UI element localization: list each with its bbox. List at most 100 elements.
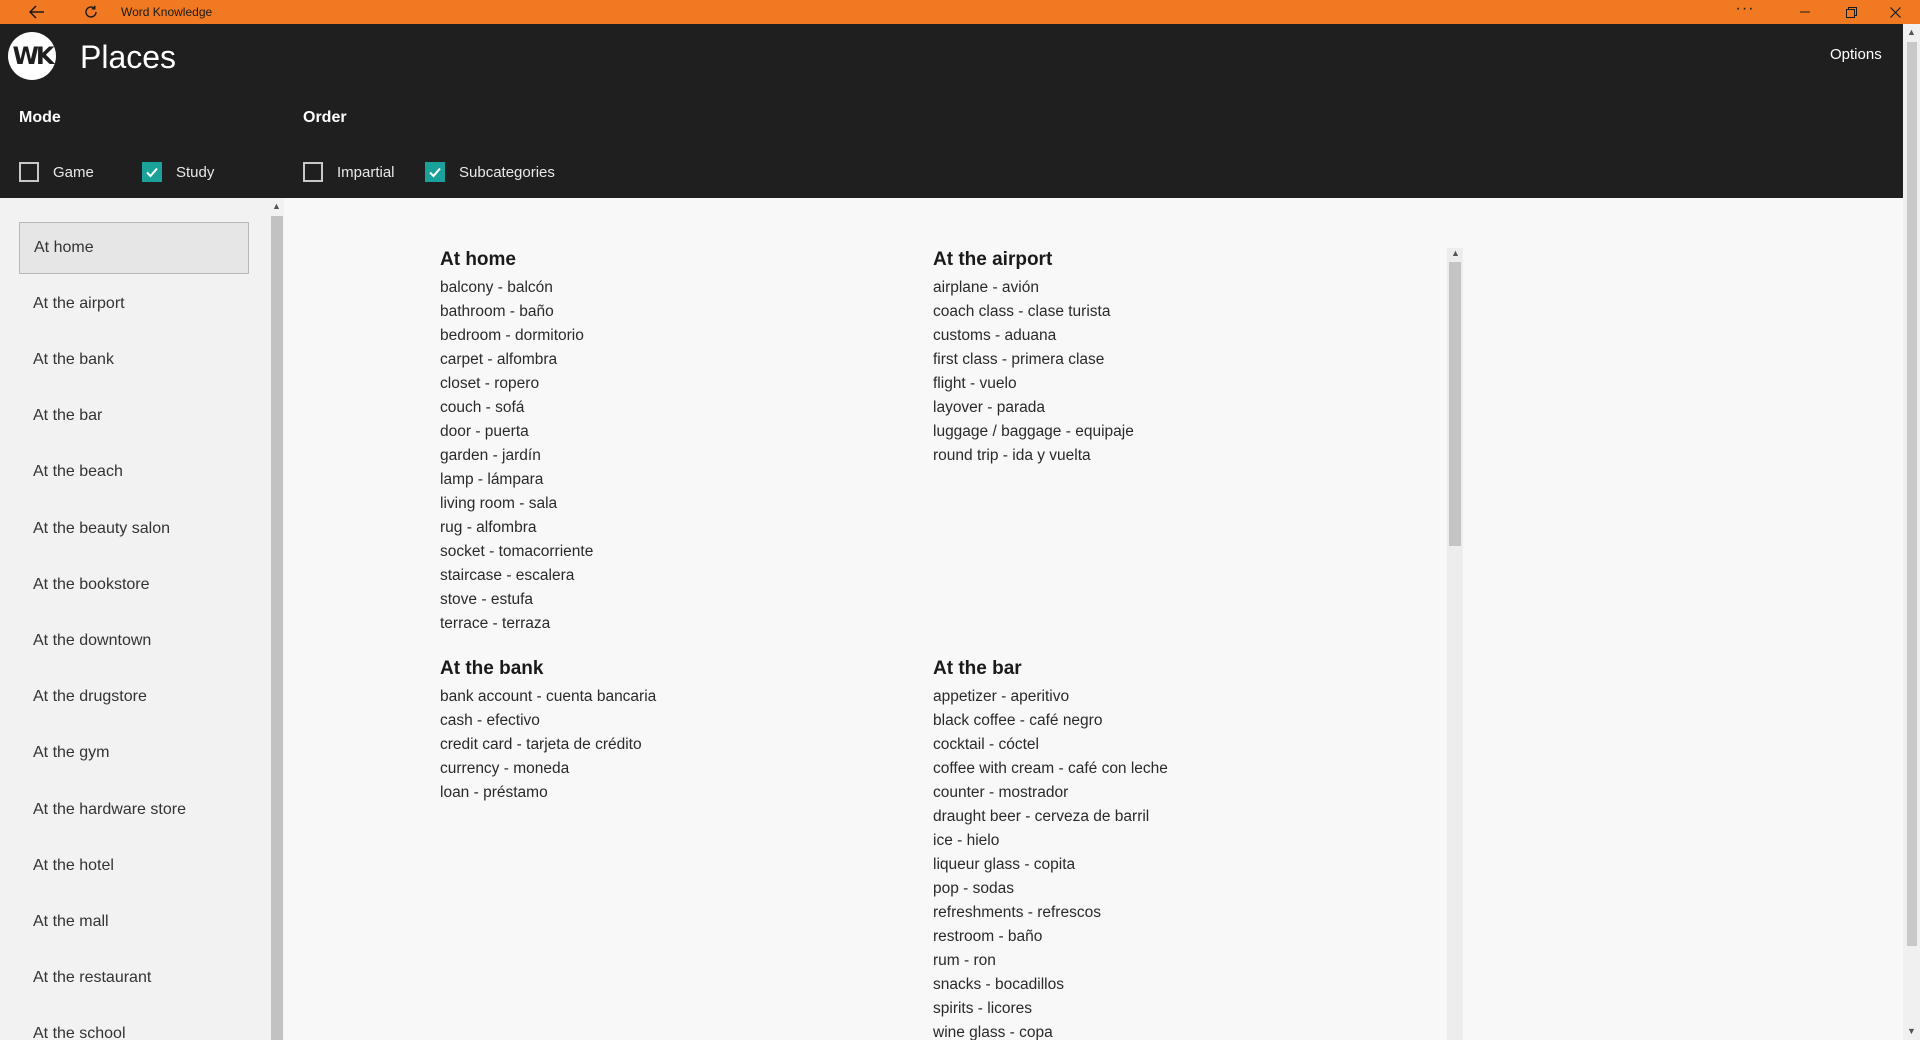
word-pair: spirits - licores	[933, 1000, 1033, 1017]
sidebar-item-at-the-hotel[interactable]: At the hotel	[19, 840, 249, 892]
impartial-checkbox-label: Impartial	[337, 163, 395, 181]
back-arrow-icon	[29, 5, 44, 19]
game-checkbox-label: Game	[53, 163, 94, 181]
game-checkbox[interactable]: Game	[19, 162, 94, 182]
scroll-up-arrow-icon[interactable]: ▲	[1907, 27, 1916, 37]
word-pair: carpet - alfombra	[440, 351, 558, 368]
scroll-up-arrow-icon[interactable]: ▲	[1451, 248, 1460, 258]
scroll-down-arrow-icon[interactable]: ▼	[1907, 1026, 1916, 1036]
sidebar-item-at-the-hardware-store[interactable]: At the hardware store	[19, 784, 249, 836]
checkbox-checked-box	[425, 162, 445, 182]
sidebar-item-at-the-beauty-salon[interactable]: At the beauty salon	[19, 503, 249, 555]
word-pair: first class - primera clase	[933, 351, 1105, 368]
sidebar-item-at-the-restaurant[interactable]: At the restaurant	[19, 952, 249, 1004]
word-pair: counter - mostrador	[933, 784, 1069, 801]
sidebar-item-at-the-gym[interactable]: At the gym	[19, 727, 249, 779]
refresh-icon	[85, 5, 97, 18]
word-pair: socket - tomacorriente	[440, 543, 594, 560]
sidebar-item-at-the-bookstore[interactable]: At the bookstore	[19, 559, 249, 611]
word-pair: liqueur glass - copita	[933, 856, 1076, 873]
minimize-button[interactable]	[1790, 0, 1820, 24]
study-checkbox-label: Study	[176, 163, 215, 181]
sidebar-item-at-the-airport[interactable]: At the airport	[19, 278, 249, 330]
sidebar-item-at-the-bar[interactable]: At the bar	[19, 390, 249, 442]
category-at-the-airport: At the airport airplane - avión coach cl…	[933, 248, 1413, 468]
word-pair: door - puerta	[440, 423, 529, 440]
word-pair: living room - sala	[440, 495, 558, 512]
sidebar-item-at-the-beach[interactable]: At the beach	[19, 446, 249, 498]
word-pair: terrace - terraza	[440, 615, 551, 632]
word-pair: airplane - avión	[933, 279, 1039, 296]
subcategories-checkbox-label: Subcategories	[459, 163, 555, 181]
word-list-content: At home balcony - balcón bathroom - baño…	[284, 198, 1903, 1040]
word-pair: flight - vuelo	[933, 375, 1017, 392]
word-pair: customs - aduana	[933, 327, 1057, 344]
back-button[interactable]	[22, 0, 52, 24]
sidebar-item-at-the-mall[interactable]: At the mall	[19, 896, 249, 948]
sidebar-item-at-home[interactable]: At home	[19, 222, 249, 274]
minimize-icon	[1800, 11, 1810, 13]
word-pair: snacks - bocadillos	[933, 976, 1064, 993]
word-pair: bank account - cuenta bancaria	[440, 688, 657, 705]
word-pair: garden - jardín	[440, 447, 541, 464]
word-pair: luggage / baggage - equipaje	[933, 423, 1134, 440]
category-title: At home	[440, 249, 516, 270]
word-pair: pop - sodas	[933, 880, 1014, 897]
word-pair: bathroom - baño	[440, 303, 554, 320]
word-pair: loan - préstamo	[440, 784, 548, 801]
checkbox-checked-box	[142, 162, 162, 182]
word-pair: credit card - tarjeta de crédito	[440, 736, 642, 753]
category-title: At the bar	[933, 658, 1022, 679]
word-pair: rum - ron	[933, 952, 996, 969]
word-pair: lamp - lámpara	[440, 471, 544, 488]
sidebar-item-at-the-drugstore[interactable]: At the drugstore	[19, 671, 249, 723]
study-checkbox[interactable]: Study	[142, 162, 214, 182]
checkbox-box	[303, 162, 323, 182]
sidebar-scroll-thumb[interactable]	[271, 216, 283, 1040]
word-pair: appetizer - aperitivo	[933, 688, 1070, 705]
category-sidebar: At home At the airport At the bank At th…	[0, 198, 270, 1040]
checkbox-box	[19, 162, 39, 182]
options-button[interactable]: Options	[1830, 46, 1882, 63]
word-pair: coffee with cream - café con leche	[933, 760, 1168, 777]
word-pair: balcony - balcón	[440, 279, 553, 296]
sidebar-scrollbar[interactable]: ▲	[270, 198, 284, 1040]
word-pair: black coffee - café negro	[933, 712, 1103, 729]
word-pair: coach class - clase turista	[933, 303, 1111, 320]
window-scroll-thumb[interactable]	[1907, 42, 1917, 946]
sidebar-item-at-the-downtown[interactable]: At the downtown	[19, 615, 249, 667]
app-logo: WK	[8, 32, 56, 80]
restore-icon	[1845, 6, 1857, 18]
word-pair: staircase - escalera	[440, 567, 575, 584]
restore-button[interactable]	[1836, 0, 1866, 24]
close-icon	[1889, 6, 1901, 18]
close-button[interactable]	[1880, 0, 1910, 24]
more-options-button[interactable]: ···	[1730, 0, 1760, 21]
app-header: WK Places Options Mode Order Game Study …	[0, 24, 1903, 198]
subcategories-checkbox[interactable]: Subcategories	[425, 162, 555, 182]
page-title: Places	[80, 39, 177, 75]
word-pair: rug - alfombra	[440, 519, 537, 536]
order-label: Order	[303, 109, 347, 126]
word-pair: bedroom - dormitorio	[440, 327, 584, 344]
refresh-button[interactable]	[76, 0, 106, 24]
word-pair: ice - hielo	[933, 832, 1000, 849]
category-at-the-bar: At the bar appetizer - aperitivo black c…	[933, 657, 1413, 1040]
content-scroll-thumb[interactable]	[1449, 262, 1461, 546]
word-pair: cocktail - cóctel	[933, 736, 1039, 753]
word-pair: draught beer - cerveza de barril	[933, 808, 1150, 825]
category-title: At the bank	[440, 658, 544, 679]
checkmark-icon	[429, 167, 441, 178]
window-scrollbar[interactable]: ▲ ▼	[1903, 24, 1920, 1040]
word-pair: layover - parada	[933, 399, 1046, 416]
word-pair: round trip - ida y vuelta	[933, 447, 1091, 464]
word-pair: cash - efectivo	[440, 712, 540, 729]
impartial-checkbox[interactable]: Impartial	[303, 162, 395, 182]
checkmark-icon	[146, 167, 158, 178]
sidebar-item-at-the-school[interactable]: At the school	[19, 1008, 249, 1040]
mode-label: Mode	[19, 109, 61, 126]
sidebar-item-at-the-bank[interactable]: At the bank	[19, 334, 249, 386]
content-scrollbar[interactable]: ▲	[1447, 248, 1463, 1040]
scroll-up-arrow-icon[interactable]: ▲	[272, 201, 281, 211]
category-at-the-bank: At the bank bank account - cuenta bancar…	[440, 657, 920, 805]
